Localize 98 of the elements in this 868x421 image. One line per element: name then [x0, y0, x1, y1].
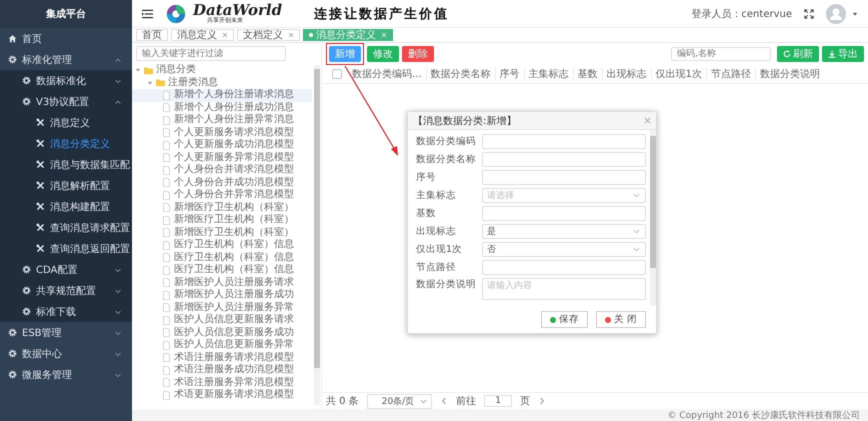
field-label: 仅出现1次 — [416, 242, 464, 256]
caret-icon[interactable] — [852, 10, 858, 16]
chevron-down-icon — [633, 228, 640, 234]
chevron-down-icon — [420, 398, 428, 404]
toolbar-button[interactable]: 删除 — [402, 46, 434, 62]
menu-item[interactable]: 数据标准化 — [0, 70, 132, 91]
field-label: 数据分类编码 — [416, 134, 477, 148]
tab[interactable]: 文档定义 — [237, 29, 300, 41]
page-unit: 页 — [520, 395, 530, 408]
gear-icon — [22, 286, 31, 295]
column-header: 序号 — [496, 67, 525, 81]
menu-item[interactable]: 消息与数据集匹配 — [0, 154, 132, 175]
column-header: 仅出现1次 — [652, 67, 707, 81]
column-header: 出现标志 — [602, 67, 652, 81]
field-label: 基数 — [416, 206, 437, 220]
next-page-icon[interactable] — [538, 397, 546, 405]
menu-item[interactable]: 共享规范配置 — [0, 280, 132, 301]
menu-item[interactable]: 数据中心 — [0, 343, 132, 364]
tab[interactable]: 首页 — [136, 29, 168, 41]
menu-item[interactable]: 微服务管理 — [0, 364, 132, 385]
input-field[interactable] — [482, 170, 646, 184]
chevron-down-icon — [633, 192, 640, 198]
copyright: © Copyright 2016 长沙康氏软件科技有限公司 — [668, 410, 860, 421]
menu-item[interactable]: CDA配置 — [0, 259, 132, 280]
tools-icon — [36, 181, 45, 190]
save-button[interactable]: 保存 — [540, 311, 588, 328]
input-field[interactable] — [482, 152, 646, 166]
field-label: 主集标志 — [416, 188, 457, 202]
tab[interactable]: 消息定义 — [171, 29, 234, 41]
search-field[interactable]: 编码,名称 — [671, 47, 771, 61]
menu-item[interactable]: 消息定义 — [0, 112, 132, 133]
column-header: 节点路径 — [706, 67, 756, 81]
column-header: 主集标志 — [524, 67, 574, 81]
menu-item[interactable]: 标准下载 — [0, 301, 132, 322]
tools-icon — [36, 202, 45, 211]
menu-icon[interactable] — [142, 8, 153, 18]
menu-item[interactable]: 消息分类定义 — [0, 133, 132, 154]
input-field[interactable] — [482, 206, 646, 220]
field-label: 出现标志 — [416, 224, 457, 238]
tools-icon — [36, 223, 45, 232]
refresh-icon — [783, 50, 791, 58]
logo-icon — [165, 2, 187, 24]
close-icon[interactable] — [222, 32, 228, 38]
field-label: 序号 — [416, 170, 437, 184]
gear-icon — [8, 349, 17, 358]
chevron-down-icon — [633, 246, 640, 252]
logo-name: DataWorld — [193, 3, 282, 18]
field-label: 数据分类说明 — [416, 278, 477, 291]
goto-label: 前往 — [456, 394, 476, 408]
slogan: 连接让数据产生价值 — [314, 6, 450, 22]
avatar-icon[interactable] — [826, 4, 846, 24]
page-size-select[interactable]: 20条/页 — [366, 394, 432, 408]
gear-icon — [22, 76, 31, 85]
user-label: 登录人员：centervue — [691, 8, 792, 20]
input-field[interactable] — [482, 260, 646, 274]
menu-item[interactable]: 首页 — [0, 28, 132, 49]
gear-icon — [8, 55, 17, 64]
tools-icon — [36, 160, 45, 169]
column-header: 基数 — [574, 67, 603, 81]
close-icon[interactable] — [288, 32, 294, 38]
input-field[interactable] — [482, 134, 646, 148]
gear-icon — [8, 370, 17, 379]
checkbox[interactable] — [332, 69, 342, 79]
menu-item[interactable]: 消息解析配置 — [0, 175, 132, 196]
home-icon — [8, 34, 17, 43]
column-header: 数据分类编码... — [348, 67, 427, 81]
download-icon — [828, 50, 836, 58]
sidebar-title: 集成平台 — [0, 0, 132, 28]
menu-item[interactable]: 标准化管理 — [0, 49, 132, 70]
menu-item[interactable]: ESB管理 — [0, 322, 132, 343]
menu-item[interactable]: 消息构建配置 — [0, 196, 132, 217]
menu-item[interactable]: 查询消息返回配置 — [0, 238, 132, 259]
select-field[interactable]: 是 — [482, 224, 646, 238]
column-header: 数据分类名称 — [426, 67, 496, 81]
filter-field[interactable]: 输入关键字进行过滤 — [136, 46, 286, 61]
field-label: 数据分类名称 — [416, 152, 477, 166]
prev-page-icon[interactable] — [440, 397, 448, 405]
menu-item[interactable]: V3协议配置 — [0, 91, 132, 112]
select-field[interactable]: 否 — [482, 242, 646, 256]
column-header: 数据分类说明 — [758, 68, 821, 81]
menu-item[interactable]: 查询消息请求配置 — [0, 217, 132, 238]
gear-icon — [8, 328, 17, 337]
scrollbar[interactable] — [314, 65, 320, 405]
close-button[interactable]: 关 闭 — [596, 311, 646, 328]
gear-icon — [22, 307, 31, 316]
field-label: 节点路径 — [416, 260, 457, 274]
dialog-title: 【消息数据分类:新增】 — [413, 114, 516, 128]
close-icon[interactable] — [644, 117, 651, 124]
tools-icon — [36, 244, 45, 253]
gear-icon — [22, 97, 31, 106]
tools-icon — [36, 139, 45, 148]
page-field[interactable]: 1 — [484, 395, 512, 407]
total-count: 共 0 条 — [326, 394, 359, 408]
tools-icon — [36, 118, 45, 127]
gear-icon — [22, 265, 31, 274]
scrollbar[interactable] — [650, 130, 656, 306]
tree-node[interactable]: 消息分类 — [132, 64, 312, 76]
fullscreen-icon[interactable] — [804, 8, 814, 18]
